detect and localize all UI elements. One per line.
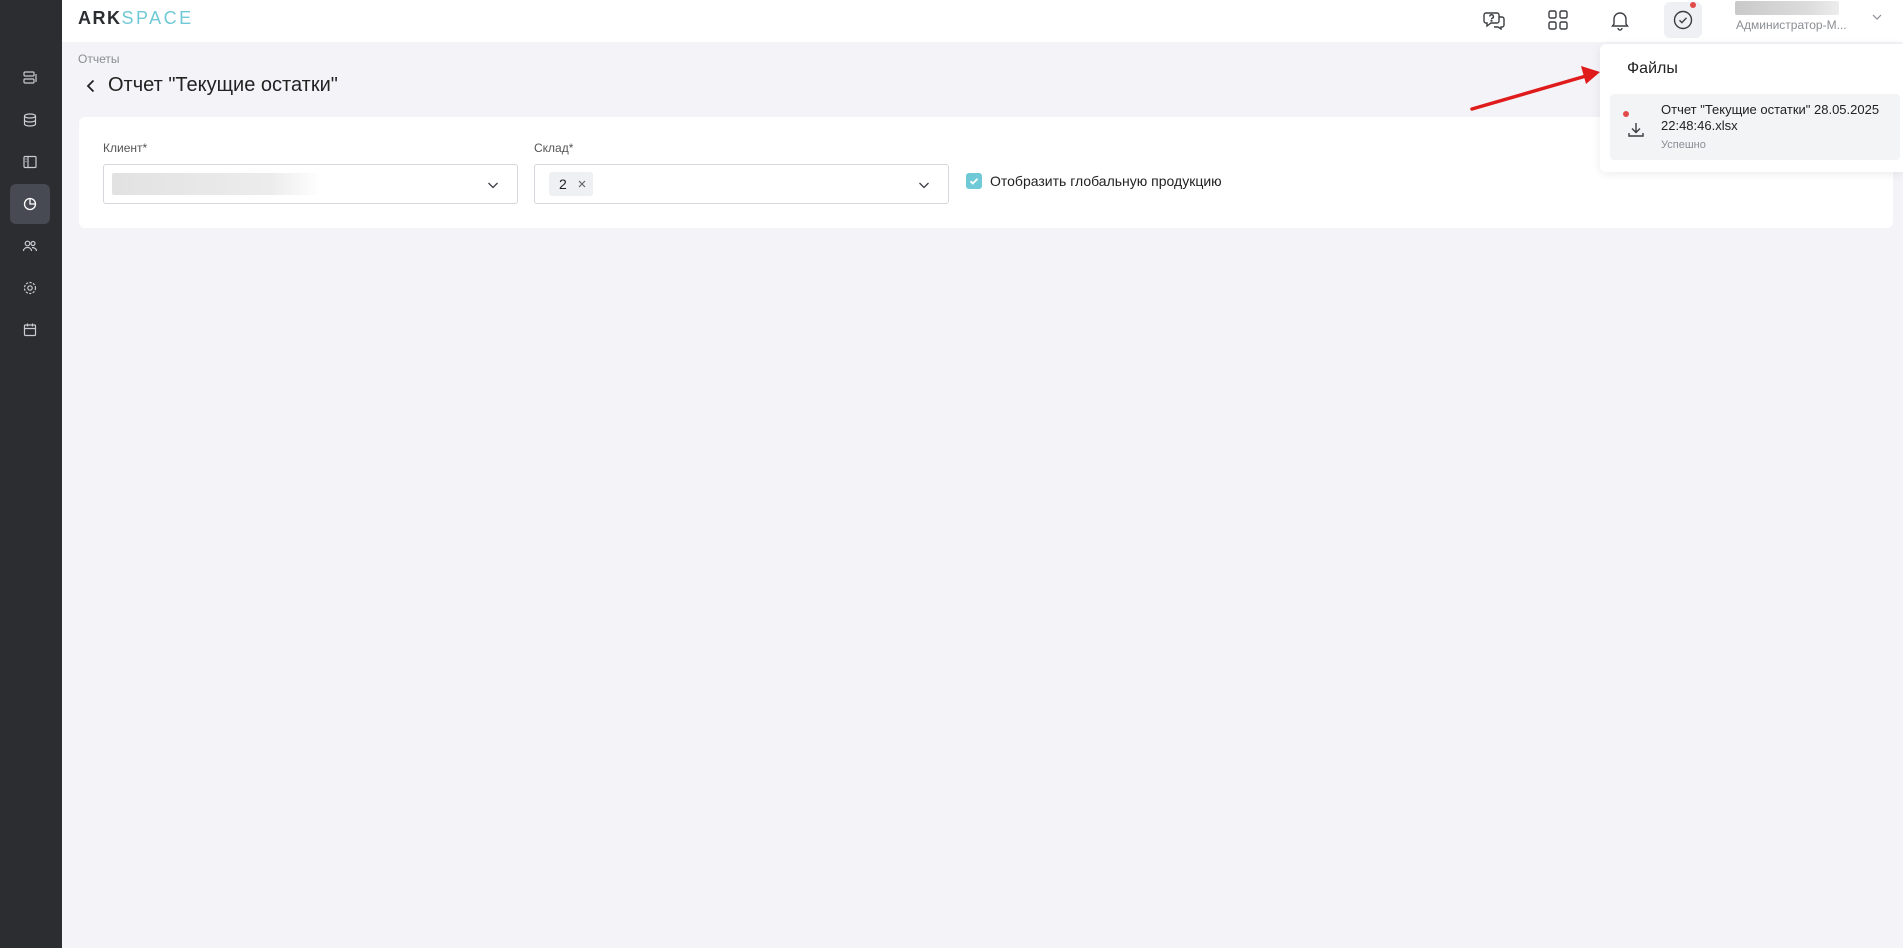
sidebar-item-settings[interactable] (10, 268, 50, 308)
warehouse-chip-label: 2 (559, 176, 567, 192)
app-logo[interactable]: ARKSPACE (78, 8, 194, 28)
file-item[interactable]: Отчет "Текущие остатки" 28.05.2025 22:48… (1610, 94, 1900, 160)
file-status: Успешно (1661, 139, 1706, 151)
sidebar (0, 0, 62, 948)
chevron-down-icon[interactable] (1870, 10, 1884, 24)
chevron-down-icon (919, 182, 929, 189)
top-header: ARKSPACE Администратор-М... (62, 0, 1903, 42)
close-icon[interactable] (577, 179, 587, 189)
sidebar-item-list[interactable] (10, 58, 50, 98)
users-icon (22, 240, 38, 252)
files-popover-title: Файлы (1627, 60, 1678, 77)
annotation-arrow-icon (1470, 66, 1600, 111)
back-arrow-icon[interactable] (82, 77, 100, 95)
show-global-products-toggle[interactable]: Отобразить глобальную продукцию (966, 173, 1222, 189)
warehouse-label: Склад* (534, 141, 574, 155)
checkmark-icon (969, 178, 979, 185)
layout-icon (23, 155, 37, 169)
file-name: Отчет "Текущие остатки" 28.05.2025 22:48… (1661, 102, 1880, 133)
tasks-files-button[interactable] (1664, 2, 1702, 38)
check-circle-icon (1673, 10, 1693, 30)
warehouse-select[interactable]: 2 (534, 164, 949, 204)
user-role: Администратор-М... (1736, 18, 1847, 32)
list-icon (23, 71, 37, 84)
files-popover: Файлы Отчет "Текущие остатки" 28.05.2025… (1600, 44, 1903, 172)
user-name-redacted[interactable] (1735, 1, 1839, 15)
sidebar-item-users[interactable] (10, 226, 50, 266)
show-global-products-label: Отобразить глобальную продукцию (990, 173, 1222, 189)
client-value-redacted (112, 173, 322, 195)
new-file-indicator (1623, 111, 1629, 117)
warehouse-chip: 2 (549, 172, 593, 196)
unread-indicator (1690, 2, 1696, 8)
calendar-icon (23, 323, 37, 337)
download-icon[interactable] (1626, 120, 1646, 140)
reports-pie-icon (23, 197, 37, 211)
chevron-down-icon (488, 182, 498, 189)
database-icon (23, 113, 37, 127)
apps-grid-icon (1548, 10, 1568, 30)
chat-question-icon (1483, 12, 1505, 31)
apps-button[interactable] (1539, 2, 1577, 38)
client-label: Клиент* (103, 141, 148, 155)
client-select[interactable] (103, 164, 518, 204)
page-title: Отчет "Текущие остатки" (108, 74, 338, 96)
breadcrumb[interactable]: Отчеты (78, 52, 119, 66)
bell-icon (1611, 12, 1629, 31)
notifications-button[interactable] (1601, 2, 1639, 38)
sidebar-item-reports[interactable] (10, 184, 50, 224)
support-chat-button[interactable] (1475, 2, 1513, 38)
sidebar-item-database[interactable] (10, 100, 50, 140)
sidebar-item-calendar[interactable] (10, 310, 50, 350)
show-global-products-checkbox[interactable] (966, 173, 982, 189)
sidebar-item-layout[interactable] (10, 142, 50, 182)
settings-gear-icon (23, 281, 37, 295)
page-title-row: Отчет "Текущие остатки" (82, 74, 338, 97)
